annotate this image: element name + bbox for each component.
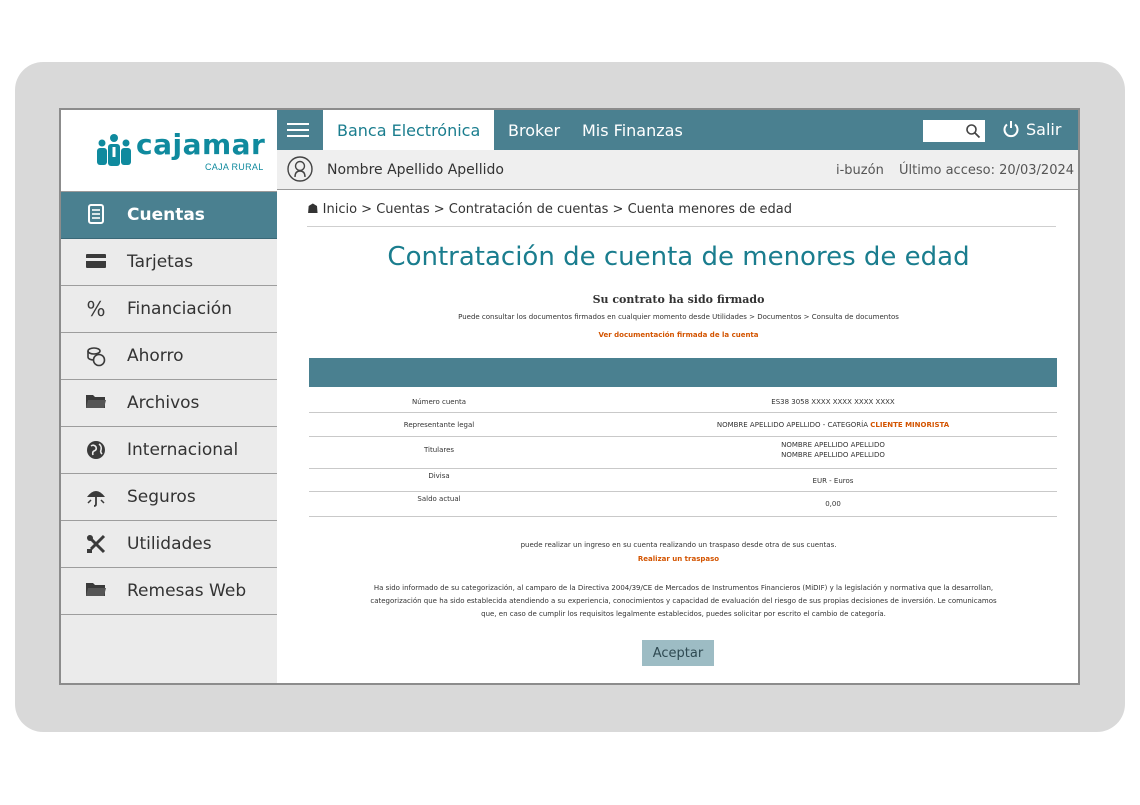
table-row: Divisa EUR - Euros (309, 469, 1057, 492)
ibuzon-link[interactable]: i-buzón (836, 163, 884, 178)
row-key: Número cuenta (411, 398, 467, 406)
folder-icon (85, 580, 107, 602)
table-row: Titulares NOMBRE APELLIDO APELLIDO NOMBR… (309, 437, 1057, 469)
last-access: Último acceso: 20/03/2024 (899, 163, 1075, 178)
logout-label: Salir (1026, 120, 1062, 139)
banking-app: cajamar CAJA RURAL Cuentas Tarjetas % Fi… (59, 108, 1080, 685)
breadcrumb: ☗ Inicio > Cuentas > Contratación de cuen… (307, 202, 792, 217)
people-logo-icon (97, 134, 131, 166)
legal-notice: Ha sido informado de su categorización, … (317, 582, 1050, 621)
sidebar-item-label: Utilidades (127, 534, 212, 554)
sidebar-nav: Cuentas Tarjetas % Financiación Ahorro A… (61, 192, 277, 615)
sidebar-item-label: Archivos (127, 393, 200, 413)
sidebar-item-label: Ahorro (127, 346, 184, 366)
row-key: Titulares (423, 446, 455, 454)
row-value-text: NOMBRE APELLIDO APELLIDO - CATEGORÍA (716, 421, 869, 429)
brand-name: cajamar (136, 128, 266, 161)
document-icon (85, 204, 107, 226)
table-row: Número cuenta ES38 3058 XXXX XXXX XXXX X… (309, 390, 1057, 413)
account-table-header (309, 358, 1057, 387)
row-value-2: NOMBRE APELLIDO APELLIDO (781, 451, 885, 459)
sidebar-item-remesas-web[interactable]: Remesas Web (61, 568, 277, 615)
folder-icon (85, 392, 107, 414)
tab-mis-finanzas[interactable]: Mis Finanzas (582, 110, 683, 150)
search-icon[interactable] (965, 123, 981, 139)
signed-docs-link[interactable]: Ver documentación firmada de la cuenta (277, 331, 1078, 339)
table-row: Saldo actual 0,00 (309, 492, 1057, 517)
legal-line: categorización que ha sido establecida a… (370, 597, 997, 605)
user-name: Nombre Apellido Apellido (327, 162, 504, 178)
sidebar-item-ahorro[interactable]: Ahorro (61, 333, 277, 380)
sidebar-item-label: Internacional (127, 440, 239, 460)
table-row: Representante legal NOMBRE APELLIDO APEL… (309, 413, 1057, 437)
row-key: Representante legal (403, 421, 475, 429)
sidebar-item-archivos[interactable]: Archivos (61, 380, 277, 427)
sidebar-item-financiacion[interactable]: % Financiación (61, 286, 277, 333)
umbrella-icon (85, 486, 107, 508)
breadcrumb-path[interactable]: Inicio > Cuentas > Contratación de cuent… (323, 202, 792, 217)
legal-line: que, en caso de cumplir los requisitos l… (481, 610, 886, 618)
client-category-badge: CLIENTE MINORISTA (870, 421, 950, 429)
coins-icon (85, 345, 107, 367)
row-value: 0,00 (825, 500, 841, 508)
transfer-hint: puede realizar un ingreso en su cuenta r… (520, 541, 837, 549)
row-value: NOMBRE APELLIDO APELLIDO (781, 441, 885, 449)
brand-logo[interactable]: cajamar CAJA RURAL (61, 110, 277, 192)
tools-icon (85, 533, 107, 555)
transfer-link[interactable]: Realizar un traspaso (277, 555, 1078, 563)
page-title: Contratación de cuenta de menores de eda… (387, 242, 970, 272)
row-key: Divisa (428, 472, 450, 480)
user-bar: Nombre Apellido Apellido i-buzón Último … (277, 150, 1078, 190)
divider (307, 226, 1056, 227)
sidebar-item-label: Financiación (127, 299, 232, 319)
brand-subtitle: CAJA RURAL (205, 162, 264, 172)
accept-button[interactable]: Aceptar (642, 640, 714, 666)
sidebar-item-cuentas[interactable]: Cuentas (61, 192, 277, 239)
contract-status: Su contrato ha sido firmado (592, 293, 765, 306)
tab-banca-electronica[interactable]: Banca Electrónica (323, 110, 495, 150)
row-value: NOMBRE APELLIDO APELLIDO - CATEGORÍA CLI… (609, 421, 1057, 429)
documents-hint: Puede consultar los documentos firmados … (458, 313, 899, 321)
sidebar-item-utilidades[interactable]: Utilidades (61, 521, 277, 568)
sidebar-item-tarjetas[interactable]: Tarjetas (61, 239, 277, 286)
user-avatar-icon[interactable] (287, 156, 313, 182)
top-navbar: Banca Electrónica Broker Mis Finanzas Sa… (277, 110, 1078, 150)
search-input[interactable] (923, 120, 985, 142)
tab-broker[interactable]: Broker (508, 110, 560, 150)
sidebar-item-label: Remesas Web (127, 581, 247, 601)
power-icon (1003, 121, 1019, 138)
logout-button[interactable]: Salir (1002, 119, 1061, 141)
card-icon (85, 251, 107, 273)
sidebar-item-label: Tarjetas (127, 252, 194, 272)
row-key: Saldo actual (417, 495, 461, 503)
row-value: EUR - Euros (812, 477, 854, 485)
globe-icon (85, 439, 107, 461)
main-content: ☗ Inicio > Cuentas > Contratación de cuen… (277, 190, 1078, 683)
hamburger-menu-icon[interactable] (287, 119, 309, 141)
home-icon[interactable]: ☗ (307, 202, 319, 217)
percent-icon: % (86, 297, 106, 321)
sidebar-item-internacional[interactable]: Internacional (61, 427, 277, 474)
row-value: ES38 3058 XXXX XXXX XXXX XXXX (771, 398, 895, 406)
sidebar-item-label: Seguros (127, 487, 196, 507)
legal-line: Ha sido informado de su categorización, … (373, 584, 994, 592)
sidebar-item-seguros[interactable]: Seguros (61, 474, 277, 521)
sidebar-item-label: Cuentas (127, 205, 205, 225)
sidebar: cajamar CAJA RURAL Cuentas Tarjetas % Fi… (61, 110, 279, 683)
